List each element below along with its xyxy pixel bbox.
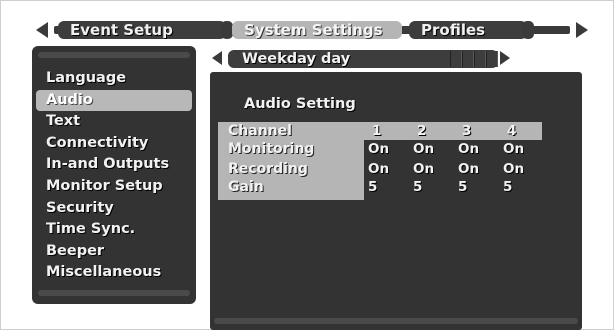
row-gain-label: Gain [228,179,264,195]
channel-1-header: 1 [372,123,382,139]
row-monitoring-label: Monitoring [228,141,315,157]
sidebar-item-miscellaneous[interactable]: Miscellaneous [36,262,192,284]
tab-scroll-left-arrow-icon[interactable] [36,22,48,38]
sidebar-item-time-sync[interactable]: Time Sync. [36,219,192,241]
tab-profiles[interactable]: Profiles [409,21,534,39]
settings-sidebar: Language Audio Text Connectivity In-and … [32,46,196,304]
monitoring-ch2[interactable]: On [413,140,434,158]
subtab-segment [486,51,498,67]
recording-ch3[interactable]: On [458,160,479,178]
sidebar-item-connectivity[interactable]: Connectivity [36,133,192,155]
gain-ch2[interactable]: 5 [413,178,422,196]
sidebar-item-monitor-setup[interactable]: Monitor Setup [36,176,192,198]
subtab-left-arrow-icon[interactable] [212,51,222,65]
sidebar-item-beeper[interactable]: Beeper [36,241,192,263]
header-channel-label: Channel [228,123,292,139]
tab-event-setup[interactable]: Event Setup [58,21,233,39]
subtab-segment [450,51,462,67]
settings-menu: Language Audio Text Connectivity In-and … [36,68,192,284]
gain-ch1[interactable]: 5 [368,178,377,196]
monitoring-ch3[interactable]: On [458,140,479,158]
recording-ch1[interactable]: On [368,160,389,178]
tab-scroll-right-arrow-icon[interactable] [576,22,588,38]
sub-tab-bar: Weekday day [210,48,510,70]
tab-profiles-label: Profiles [421,21,486,39]
monitoring-ch4[interactable]: On [503,140,524,158]
gain-ch4[interactable]: 5 [503,178,512,196]
tab-end-cap [522,21,534,39]
recording-ch2[interactable]: On [413,160,434,178]
tab-system-settings[interactable]: System Settings [232,21,402,39]
sidebar-item-audio[interactable]: Audio [36,89,192,112]
subtab-segment [462,51,474,67]
monitoring-ch1[interactable]: On [368,140,389,158]
subtab-weekday-day[interactable]: Weekday day [228,50,498,68]
channel-4-header: 4 [507,123,517,139]
top-tab-bar: Event Setup System Settings Profiles [32,18,592,42]
subtab-segment [474,51,486,67]
channel-2-header: 2 [417,123,427,139]
subtab-right-arrow-icon[interactable] [500,51,510,65]
subtab-label: Weekday day [242,51,351,67]
recording-ch4[interactable]: On [503,160,524,178]
sidebar-bottom-divider [38,290,190,296]
sidebar-top-divider [38,52,190,58]
sidebar-item-security[interactable]: Security [36,198,192,220]
panel-bottom-divider [214,318,578,324]
row-recording-label: Recording [228,161,308,177]
sidebar-item-text[interactable]: Text [36,111,192,133]
channel-3-header: 3 [462,123,472,139]
audio-settings-panel: Audio Setting Channel 1 2 3 4 Monitoring… [210,72,582,330]
tab-system-settings-label: System Settings [244,21,383,39]
gain-ch3[interactable]: 5 [458,178,467,196]
panel-title: Audio Setting [244,96,356,112]
sidebar-item-language[interactable]: Language [36,68,192,90]
tab-event-setup-label: Event Setup [70,21,173,39]
sidebar-item-in-and-outputs[interactable]: In-and Outputs [36,154,192,176]
